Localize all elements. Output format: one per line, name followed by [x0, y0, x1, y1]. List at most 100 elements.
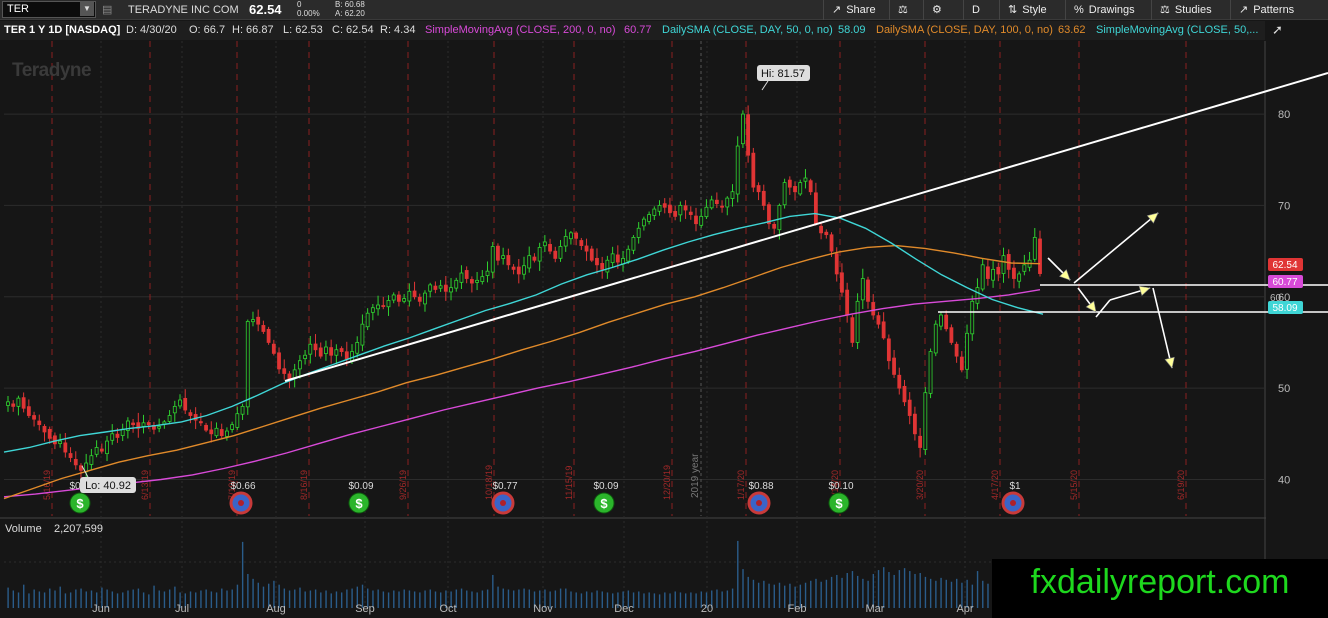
earnings-icon-center [1010, 500, 1016, 506]
candle-body [522, 265, 526, 275]
expand-chart-icon[interactable]: ➚ [1272, 22, 1290, 38]
candle-body [339, 348, 344, 352]
candle-body [11, 403, 16, 407]
arrow-down-target-shaft [1152, 287, 1173, 369]
volume-bar [570, 591, 572, 608]
volume-bar [163, 591, 166, 608]
candle-body [47, 428, 52, 439]
candle-body [412, 290, 417, 298]
candle-body [172, 405, 177, 414]
high-annotation-label: Hi: 81.57 [761, 68, 805, 80]
candle-body [772, 223, 777, 229]
volume-bar [721, 591, 723, 608]
volume-bar [330, 593, 332, 608]
volume-bar [424, 590, 426, 608]
candle-body [297, 360, 302, 370]
candle-body [907, 399, 912, 416]
candle-body [407, 290, 412, 302]
volume-bar [408, 590, 411, 608]
volume-bar [862, 578, 864, 608]
candle-body [694, 215, 698, 225]
low-annotation-label: Lo: 40.92 [85, 480, 131, 492]
user-drawings[interactable] [284, 72, 1328, 382]
candle-body [845, 289, 850, 316]
candle-body [99, 448, 104, 452]
candle-body [631, 236, 636, 251]
volume-bar [226, 590, 228, 608]
sma100-line [3, 244, 1041, 500]
event-value: $0.09 [593, 481, 618, 492]
month-label: Mar [866, 603, 885, 615]
date-marker-label: 5/15/20 [1069, 470, 1079, 500]
corporate-events: $0.09$$0.66$0.09$$0.77$0.09$$0.88$0.10$$… [69, 481, 1025, 515]
volume-bar [168, 589, 171, 608]
month-label: Apr [956, 603, 973, 615]
volume-bar [247, 573, 249, 608]
volume-bar [575, 592, 577, 608]
candle-body [480, 276, 485, 282]
volume-bar [476, 592, 478, 608]
candle-body [944, 314, 949, 330]
candle-body [1001, 255, 1006, 274]
candle-body [688, 211, 693, 215]
volume-bar [309, 590, 312, 608]
candle-body [866, 279, 870, 302]
volume-bar [59, 586, 61, 608]
volume-bar [189, 591, 192, 608]
date-marker-label: 6/13/19 [140, 470, 150, 500]
candle-body [871, 302, 876, 316]
candle-body [167, 415, 172, 422]
volume-bar [221, 588, 223, 608]
candle-body [626, 248, 631, 262]
price-bubble-label: 60.77 [1272, 277, 1297, 288]
candle-body [417, 296, 422, 302]
volume-bar [768, 583, 770, 608]
volume-histogram [7, 540, 1041, 608]
volume-bar [664, 592, 666, 608]
volume-bar [528, 589, 531, 608]
candle-body [881, 321, 886, 339]
candle-body [146, 422, 151, 426]
volume-bar [716, 589, 718, 608]
volume-bar [810, 580, 812, 608]
candle-body [965, 332, 969, 370]
volume-bar [398, 591, 400, 608]
arrow-bounce-head [1138, 285, 1151, 296]
volume-bar [28, 593, 30, 608]
candle-body [188, 412, 193, 416]
candle-body [855, 300, 860, 343]
volume-bar [507, 589, 510, 608]
date-marker-label: 3/20/20 [915, 470, 925, 500]
price-bubble-label: 58.09 [1272, 303, 1297, 314]
volume-bar [679, 592, 682, 608]
candle-body [511, 266, 516, 270]
candle-body [714, 199, 719, 204]
volume-bar [23, 584, 25, 608]
volume-bar [393, 590, 395, 608]
date-marker-label: 12/20/19 [662, 465, 672, 500]
candle-body [641, 218, 646, 227]
volume-bar [257, 582, 259, 608]
volume-bar [554, 590, 557, 608]
volume-bar [950, 581, 953, 608]
candle-body [959, 356, 964, 371]
candle-body [209, 429, 214, 435]
volume-bar [726, 590, 729, 608]
candle-body [391, 294, 396, 301]
site-watermark: fxdailyreport.com [1030, 563, 1290, 601]
candle-body [527, 255, 532, 269]
candle-body [537, 247, 542, 262]
volume-bar [195, 592, 197, 608]
event-value: $1 [1009, 481, 1021, 492]
volume-bar [122, 592, 124, 608]
candle-body [532, 256, 537, 261]
candle-body [803, 177, 808, 182]
date-marker-label: 8/16/19 [299, 470, 309, 500]
candle-body [251, 319, 255, 323]
candle-body [131, 422, 135, 426]
volume-bar [116, 593, 119, 608]
month-label: Feb [788, 603, 807, 615]
date-marker-label: 6/19/20 [1176, 470, 1186, 500]
candle-body [1038, 238, 1042, 274]
candle-body [902, 385, 907, 403]
